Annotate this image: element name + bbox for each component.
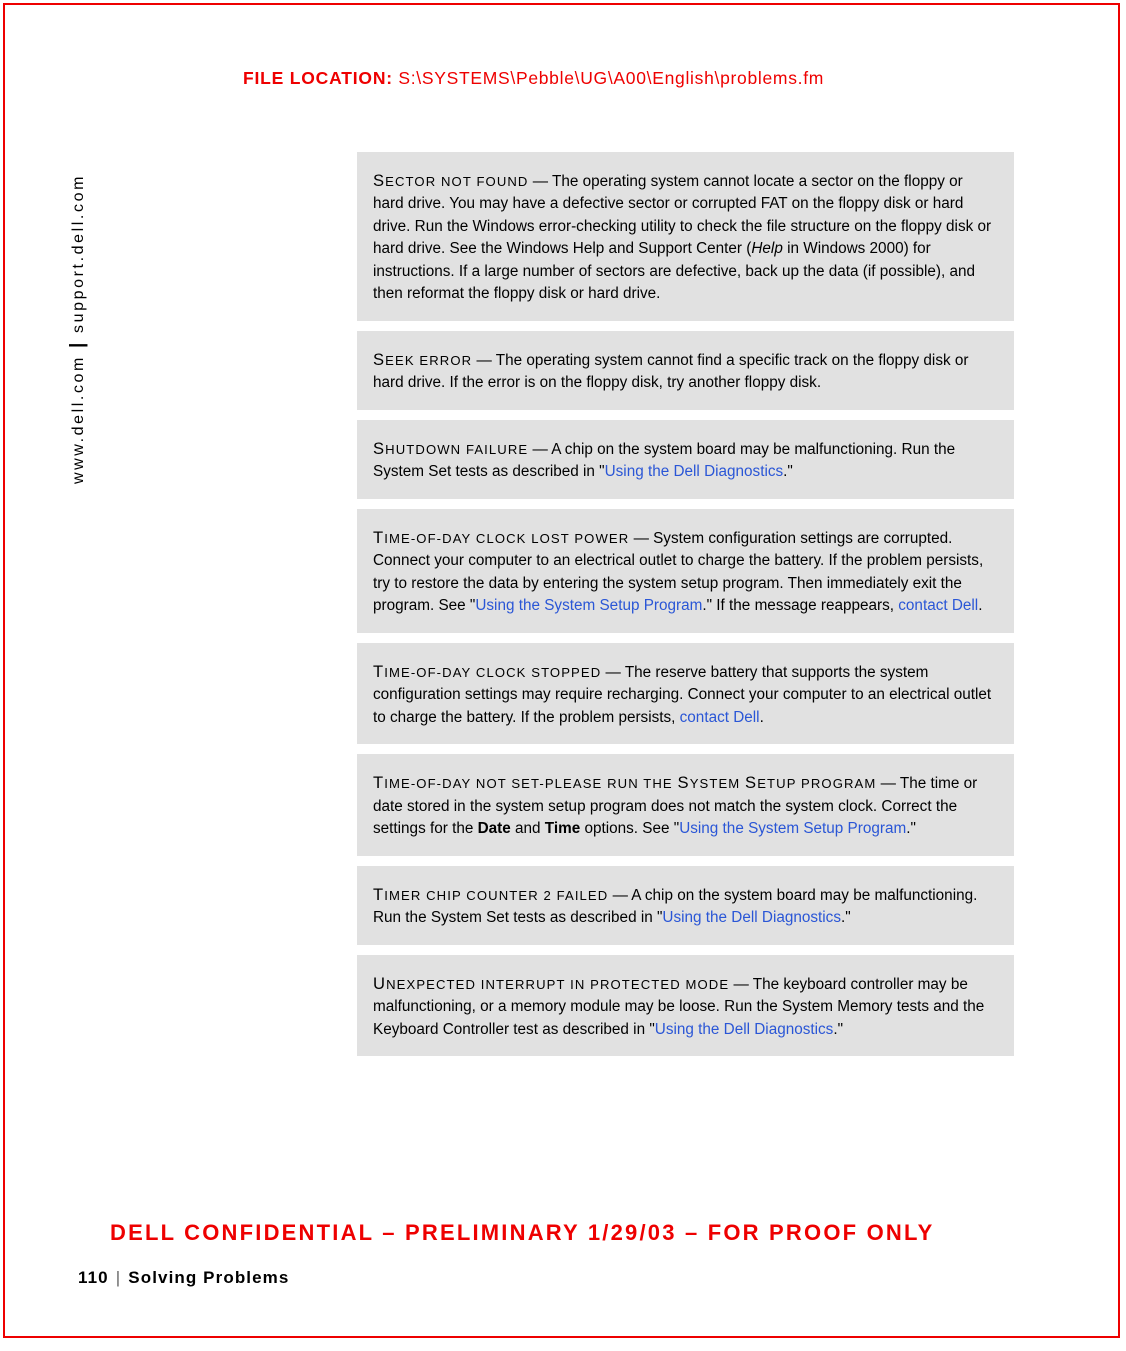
message-body-2: and [510,820,545,838]
message-term: TIME-OF-DAY NOT SET-PLEASE RUN THE SYSTE… [373,773,877,793]
message-dash: — [733,975,749,993]
message-dash: — [612,886,628,904]
cross-reference-link[interactable]: Using the Dell Diagnostics [662,909,841,926]
message-body-2: ." [840,909,851,927]
message-dash: — [476,351,492,369]
message-block: TIME-OF-DAY NOT SET-PLEASE RUN THE SYSTE… [357,754,1014,856]
cross-reference-link[interactable]: Using the Dell Diagnostics [655,1021,834,1038]
message-block: SHUTDOWN FAILURE — A chip on the system … [357,419,1014,499]
message-term: SHUTDOWN FAILURE [373,438,529,458]
message-body-2: ." [833,1020,844,1038]
contact-dell-link[interactable]: contact Dell [898,597,978,614]
message-body-4: ." [906,820,916,838]
file-location-header: FILE LOCATION: S:\SYSTEMS\Pebble\UG\A00\… [243,68,824,89]
sidebar-url-separator: | [67,340,88,348]
page-footer: 110 | Solving Problems [78,1268,289,1288]
message-term: TIME-OF-DAY CLOCK LOST POWER [373,527,630,547]
message-body-3: options. See " [580,820,680,838]
message-dash: — [605,663,621,681]
message-term: SEEK ERROR [373,349,473,369]
cross-reference-link[interactable]: Using the System Setup Program [475,597,702,614]
message-block: TIMER CHIP COUNTER 2 FAILED — A chip on … [357,865,1014,945]
file-location-label: FILE LOCATION: [243,68,393,88]
file-location-path: S:\SYSTEMS\Pebble\UG\A00\English\problem… [398,68,825,88]
message-term: TIME-OF-DAY CLOCK STOPPED [373,661,602,681]
message-block: TIME-OF-DAY CLOCK LOST POWER — System co… [357,508,1014,633]
error-message-list: SECTOR NOT FOUND — The operating system … [357,152,1014,1066]
message-dash: — [532,173,549,190]
message-italic: Help [751,240,783,258]
cross-reference-link[interactable]: Using the Dell Diagnostics [605,463,784,480]
footer-separator: | [115,1268,122,1287]
message-block: UNEXPECTED INTERRUPT IN PROTECTED MODE —… [357,954,1014,1057]
option-name-date: Date [477,820,511,838]
message-text: TIME-OF-DAY CLOCK LOST POWER — System co… [373,526,997,618]
message-block: SEEK ERROR — The operating system cannot… [357,330,1014,410]
message-term: SECTOR NOT FOUND [373,171,529,190]
message-text: TIMER CHIP COUNTER 2 FAILED — A chip on … [373,883,997,930]
message-text: TIME-OF-DAY NOT SET-PLEASE RUN THE SYSTE… [373,771,997,840]
message-body-3: . [978,597,983,615]
chapter-title: Solving Problems [128,1268,290,1287]
sidebar-url-support: support.dell.com [70,173,87,333]
message-block: SECTOR NOT FOUND — The operating system … [357,152,1014,321]
message-term: UNEXPECTED INTERRUPT IN PROTECTED MODE [373,973,730,993]
contact-dell-link[interactable]: contact Dell [680,709,760,726]
message-text: UNEXPECTED INTERRUPT IN PROTECTED MODE —… [373,972,997,1041]
message-dash: — [532,440,548,458]
sidebar-url-www: www.dell.com [70,355,87,485]
confidential-notice: DELL CONFIDENTIAL – PRELIMINARY 1/29/03 … [110,1220,935,1245]
page-number: 110 [78,1268,109,1287]
message-text: TIME-OF-DAY CLOCK STOPPED — The reserve … [373,660,997,729]
message-text: SEEK ERROR — The operating system cannot… [373,348,997,395]
message-dash: — [633,529,649,547]
message-text: SECTOR NOT FOUND — The operating system … [373,169,997,306]
message-block: TIME-OF-DAY CLOCK STOPPED — The reserve … [357,642,1014,745]
cross-reference-link[interactable]: Using the System Setup Program [679,820,906,837]
sidebar-dell-urls: www.dell.com | support.dell.com [67,129,89,529]
message-body-2: ." If the message reappears, [702,597,899,615]
message-term: TIMER CHIP COUNTER 2 FAILED [373,884,609,904]
option-name-time: Time [544,820,581,838]
message-text: SHUTDOWN FAILURE — A chip on the system … [373,437,997,484]
message-dash: — [880,775,896,793]
message-body-2: . [759,708,764,726]
message-body-2: ." [783,463,793,481]
